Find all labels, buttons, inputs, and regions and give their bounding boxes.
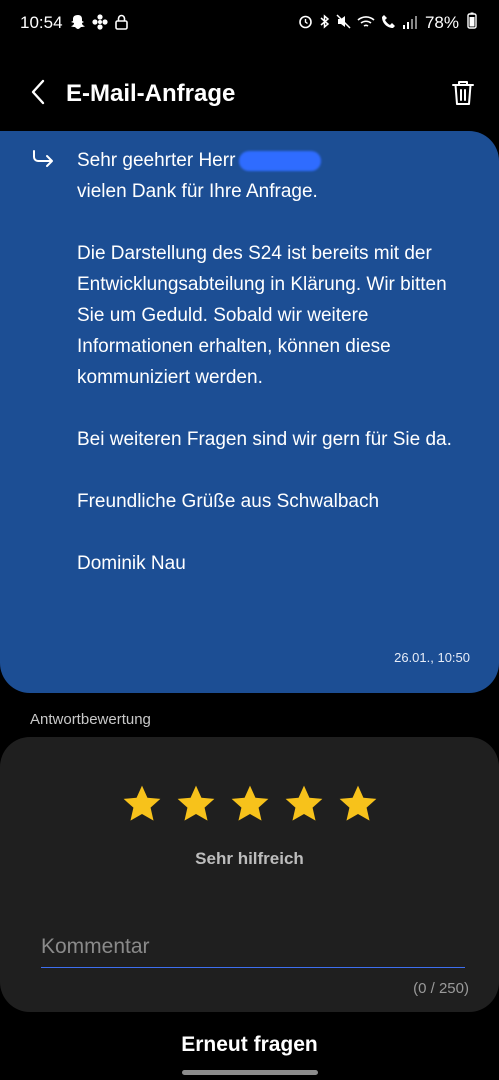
star-icon[interactable] (229, 783, 271, 825)
call-icon (381, 14, 396, 32)
bluetooth-icon (319, 14, 330, 32)
ask-again-button[interactable]: Erneut fragen (0, 1033, 499, 1057)
back-button[interactable] (10, 79, 66, 110)
message-card: Sehr geehrter Herr vielen Dank für Ihre … (0, 131, 499, 693)
redacted-name (239, 150, 322, 171)
star-icon[interactable] (337, 783, 379, 825)
trash-icon (451, 81, 475, 110)
battery-percentage: 78% (424, 13, 459, 32)
status-right-icons (298, 14, 417, 32)
wifi-icon (357, 15, 375, 32)
snapchat-icon (70, 14, 85, 33)
delete-button[interactable] (451, 80, 475, 111)
star-rating (0, 783, 499, 825)
app-bar: E-Mail-Anfrage (0, 62, 499, 126)
status-bar: 10:54 78% (0, 0, 499, 46)
alarm-icon (298, 14, 313, 32)
message-greeting: Sehr geehrter Herr (77, 150, 236, 171)
star-icon[interactable] (121, 783, 163, 825)
fan-icon (91, 13, 108, 33)
comment-input[interactable] (41, 927, 465, 968)
comment-char-count: (0 / 250) (413, 980, 469, 997)
home-indicator[interactable] (181, 1070, 318, 1075)
reply-arrow-icon (32, 149, 54, 174)
battery-icon (467, 12, 477, 34)
status-time: 10:54 (20, 13, 63, 32)
rating-label: Sehr hilfreich (195, 849, 304, 868)
lock-icon (114, 14, 128, 33)
page-title: E-Mail-Anfrage (66, 80, 236, 107)
mute-icon (336, 14, 351, 32)
chevron-left-icon (30, 79, 46, 110)
star-icon[interactable] (175, 783, 217, 825)
star-icon[interactable] (283, 783, 325, 825)
status-right: 78% (298, 12, 477, 34)
message-body: Sehr geehrter Herr vielen Dank für Ihre … (77, 145, 475, 579)
signal-icon (402, 15, 417, 32)
status-left: 10:54 (20, 13, 128, 33)
rating-section-label: Antwortbewertung (30, 711, 151, 728)
message-timestamp: 26.01., 10:50 (394, 650, 470, 665)
rating-card: Sehr hilfreich (0 / 250) (0, 737, 499, 1012)
status-left-icons (70, 13, 128, 33)
message-text: vielen Dank für Ihre Anfrage. Die Darste… (77, 181, 452, 574)
